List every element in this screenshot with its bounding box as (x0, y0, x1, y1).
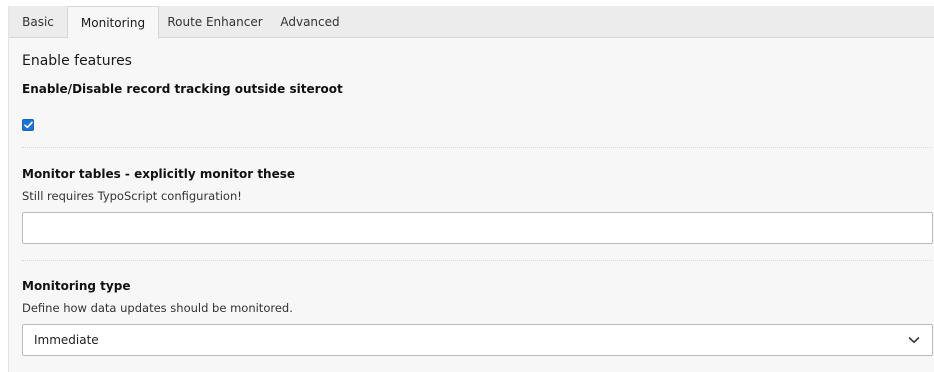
monitoring-type-select[interactable]: Immediate (22, 324, 933, 356)
tab-monitoring[interactable]: Monitoring (67, 6, 159, 39)
section-title: Enable features (22, 53, 132, 69)
tab-advanced[interactable]: Advanced (271, 6, 349, 38)
divider (22, 147, 932, 148)
divider (22, 260, 932, 261)
tab-bar: Basic Monitoring Route Enhancer Advanced (9, 6, 934, 39)
form-panel: Basic Monitoring Route Enhancer Advanced… (8, 6, 934, 372)
tab-basic[interactable]: Basic (9, 6, 67, 38)
monitoring-type-selected-value: Immediate (34, 333, 99, 347)
chevron-down-icon (908, 337, 920, 343)
check-icon (23, 121, 33, 129)
monitor-tables-label: Monitor tables - explicitly monitor thes… (22, 167, 296, 181)
monitoring-type-label: Monitoring type (22, 279, 131, 293)
record-tracking-label: Enable/Disable record tracking outside s… (22, 82, 343, 96)
monitoring-type-description: Define how data updates should be monito… (22, 301, 293, 315)
record-tracking-checkbox[interactable] (22, 119, 34, 131)
monitor-tables-input[interactable] (22, 212, 933, 244)
tab-route-enhancer[interactable]: Route Enhancer (159, 6, 271, 38)
monitor-tables-description: Still requires TypoScript configuration! (22, 189, 242, 203)
